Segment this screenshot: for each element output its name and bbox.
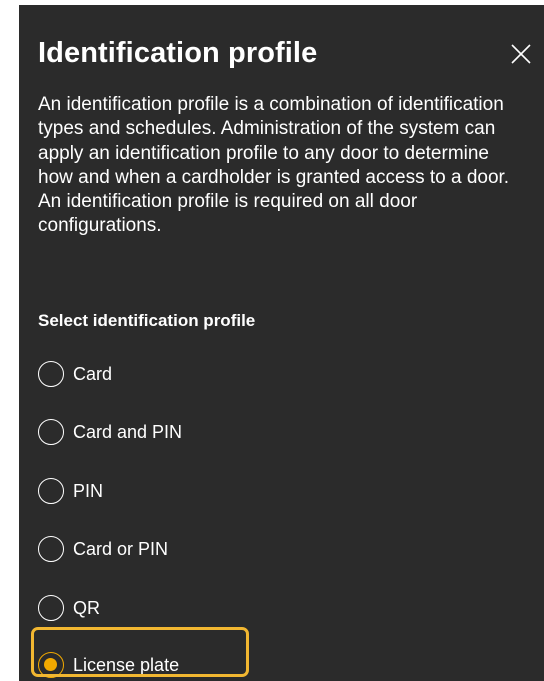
radio-option-card[interactable]: Card [38, 358, 112, 390]
close-icon [511, 44, 531, 64]
radio-button[interactable] [38, 361, 64, 387]
radio-button-selected[interactable] [38, 652, 64, 678]
radio-option-label: License plate [73, 655, 180, 675]
radio-option-card-and-pin[interactable]: Card and PIN [38, 416, 182, 448]
radio-option-label: Card or PIN [73, 539, 169, 559]
radio-button[interactable] [38, 419, 64, 445]
radio-option-card-or-pin[interactable]: Card or PIN [38, 533, 168, 565]
close-button[interactable] [509, 42, 533, 66]
radio-option-license-plate[interactable]: License plate [38, 649, 179, 681]
radio-option-qr[interactable]: QR [38, 592, 100, 624]
panel-description: An identification profile is a combinati… [38, 94, 510, 237]
radio-option-pin[interactable]: PIN [38, 475, 103, 507]
radio-option-label: QR [73, 598, 100, 618]
radio-button[interactable] [38, 595, 64, 621]
radio-option-label: Card and PIN [73, 422, 183, 442]
panel-title: Identification profile [38, 37, 318, 69]
radio-option-label: Card [73, 364, 113, 384]
radio-button[interactable] [38, 478, 64, 504]
identification-profile-panel: Identification profile An identification… [19, 5, 544, 681]
select-profile-label: Select identification profile [38, 311, 256, 330]
radio-option-label: PIN [73, 481, 104, 501]
radio-button[interactable] [38, 536, 64, 562]
